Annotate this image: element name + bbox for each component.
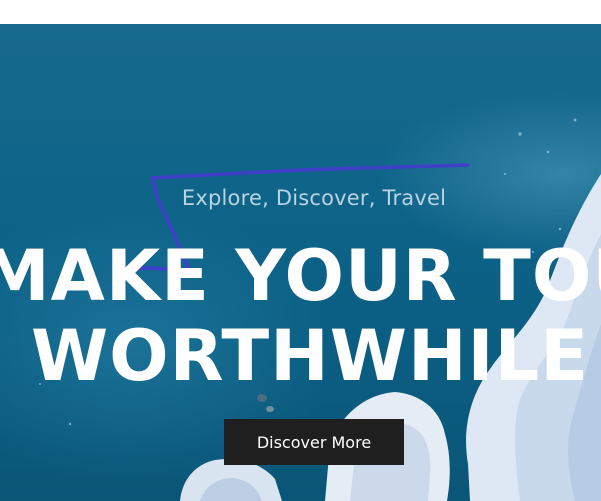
hero-headline-line-2: WORTHWHILE (30, 315, 590, 397)
hero-headline-line-1: MAKE YOUR TOUR (0, 235, 601, 317)
hero-banner: Explore, Discover, Travel MAKE YOUR TOUR… (0, 24, 601, 501)
hero-subtitle: Explore, Discover, Travel (181, 186, 447, 210)
hero-headline: MAKE YOUR TOUR WORTHWHILE (0, 236, 601, 396)
top-bar (0, 0, 601, 24)
discover-more-button[interactable]: Discover More (224, 419, 404, 465)
